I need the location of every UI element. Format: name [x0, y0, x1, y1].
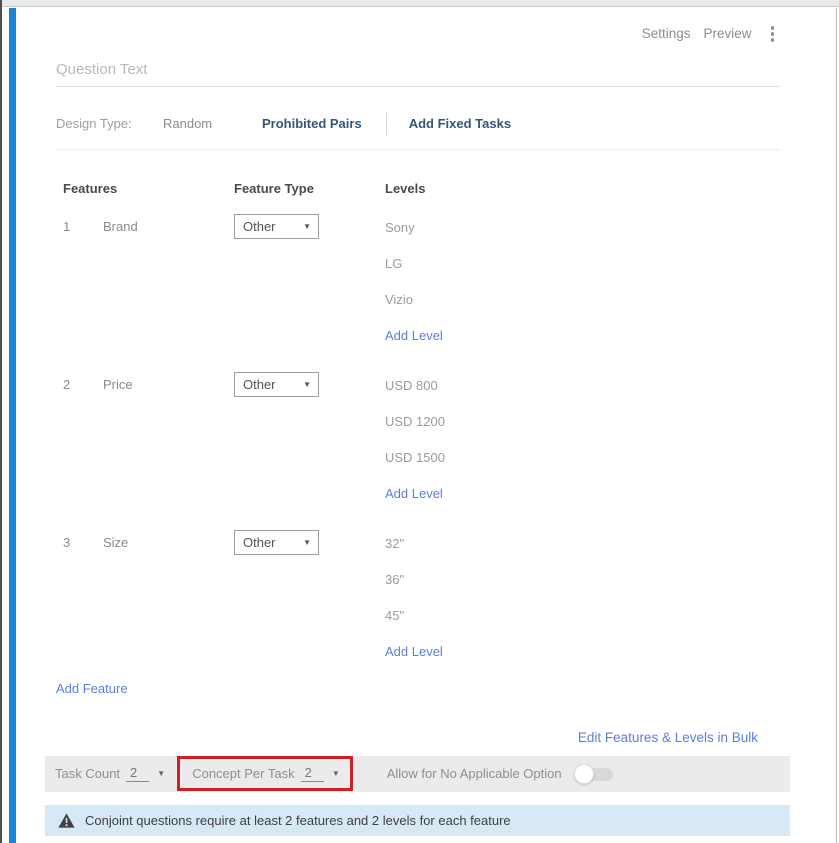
question-card: Settings Preview Design Type: Random Pro… — [16, 8, 837, 843]
add-level-link[interactable]: Add Level — [385, 328, 443, 343]
concept-per-task-value: 2 — [301, 765, 324, 782]
chevron-down-icon: ▼ — [157, 769, 165, 778]
features-table-header: Features Feature Type Levels — [63, 181, 836, 196]
feature-type-select[interactable]: Other ▼ — [234, 530, 319, 555]
top-strip — [2, 0, 839, 7]
bulk-edit-link[interactable]: Edit Features & Levels in Bulk — [578, 730, 758, 745]
add-feature-link[interactable]: Add Feature — [56, 681, 128, 696]
feature-name: Brand — [103, 210, 234, 354]
concept-per-task-dropdown-highlighted[interactable]: Concept Per Task 2 ▼ — [177, 756, 353, 791]
task-count-value: 2 — [126, 765, 149, 782]
level-item: 45" — [385, 598, 836, 634]
card-header: Settings Preview — [16, 8, 836, 44]
divider — [56, 149, 781, 150]
features-column-header: Features — [63, 181, 234, 196]
kebab-menu-icon[interactable] — [769, 24, 777, 44]
conjoint-requirement-notice: Conjoint questions require at least 2 fe… — [45, 805, 790, 836]
conjoint-question-panel: Settings Preview Design Type: Random Pro… — [0, 0, 839, 843]
feature-row: 3 Size Other ▼ 32" 36" 45" Add Level — [63, 526, 836, 670]
level-item: USD 1200 — [385, 404, 836, 440]
chevron-down-icon: ▼ — [303, 380, 311, 389]
task-count-dropdown[interactable]: Task Count 2 ▼ — [55, 765, 165, 782]
feature-row: 2 Price Other ▼ USD 800 USD 1200 USD 150… — [63, 368, 836, 512]
feature-index: 3 — [63, 526, 103, 670]
design-type-label: Design Type: — [56, 116, 163, 131]
level-item: USD 1500 — [385, 440, 836, 476]
add-level-link[interactable]: Add Level — [385, 486, 443, 501]
feature-type-column-header: Feature Type — [234, 181, 385, 196]
chevron-down-icon: ▼ — [332, 769, 340, 778]
level-item: USD 800 — [385, 368, 836, 404]
feature-type-select[interactable]: Other ▼ — [234, 214, 319, 239]
feature-type-select[interactable]: Other ▼ — [234, 372, 319, 397]
concept-per-task-label: Concept Per Task — [192, 766, 294, 781]
level-item: Vizio — [385, 282, 836, 318]
level-item: Sony — [385, 210, 836, 246]
feature-type-value: Other — [243, 219, 276, 234]
task-count-label: Task Count — [55, 766, 120, 781]
settings-link[interactable]: Settings — [642, 26, 691, 41]
toggle-knob — [574, 764, 594, 784]
chevron-down-icon: ▼ — [303, 222, 311, 231]
add-fixed-tasks-link[interactable]: Add Fixed Tasks — [409, 116, 511, 131]
feature-type-value: Other — [243, 535, 276, 550]
feature-type-value: Other — [243, 377, 276, 392]
level-item: 36" — [385, 562, 836, 598]
window-edge — [0, 0, 2, 843]
no-applicable-toggle[interactable] — [574, 764, 614, 784]
divider — [386, 113, 387, 135]
design-type-value: Random — [163, 116, 262, 131]
level-item: LG — [385, 246, 836, 282]
prohibited-pairs-link[interactable]: Prohibited Pairs — [262, 116, 362, 131]
feature-index: 2 — [63, 368, 103, 512]
conjoint-controls-bar: Task Count 2 ▼ Concept Per Task 2 ▼ Allo… — [45, 756, 790, 792]
design-type-row: Design Type: Random Prohibited Pairs Add… — [56, 113, 836, 135]
question-text-wrap — [56, 59, 836, 87]
levels-column-header: Levels — [385, 181, 836, 196]
add-level-link[interactable]: Add Level — [385, 644, 443, 659]
no-applicable-label: Allow for No Applicable Option — [387, 766, 562, 781]
notice-text: Conjoint questions require at least 2 fe… — [85, 813, 511, 828]
feature-index: 1 — [63, 210, 103, 354]
chevron-down-icon: ▼ — [303, 538, 311, 547]
question-accent-stripe — [9, 8, 16, 843]
level-item: 32" — [385, 526, 836, 562]
feature-name: Price — [103, 368, 234, 512]
feature-name: Size — [103, 526, 234, 670]
preview-link[interactable]: Preview — [703, 26, 751, 41]
question-text-input[interactable] — [56, 59, 781, 87]
feature-row: 1 Brand Other ▼ Sony LG Vizio Add Level — [63, 210, 836, 354]
warning-triangle-icon — [58, 813, 75, 828]
